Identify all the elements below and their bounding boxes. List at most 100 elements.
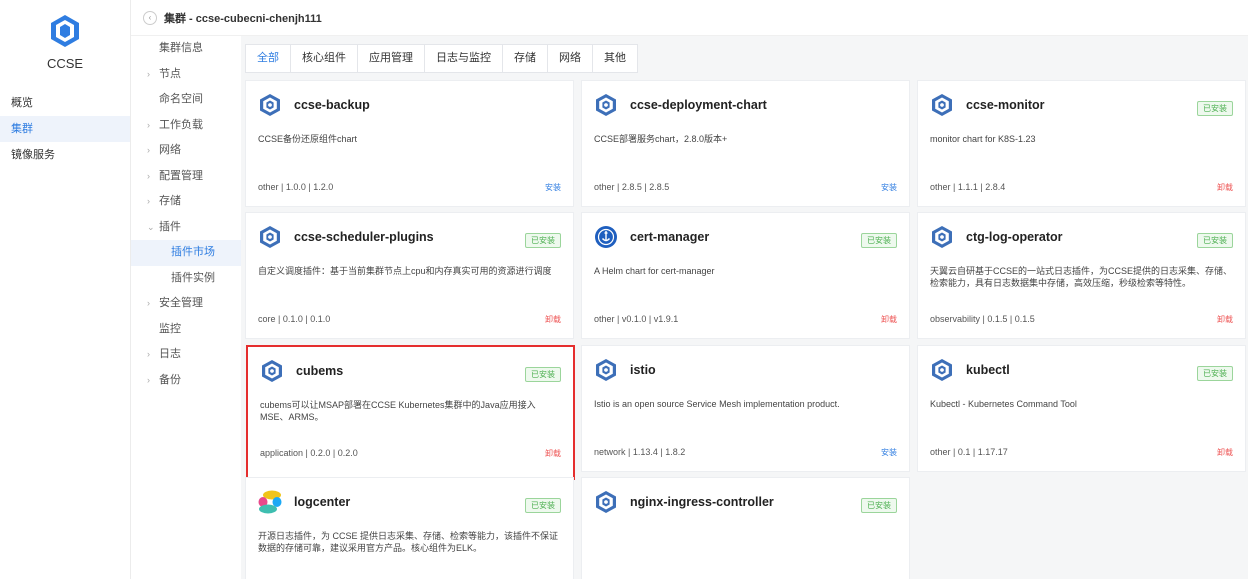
sidebar-item-label: 网络 — [159, 144, 181, 156]
uninstall-button[interactable]: 卸载 — [1217, 182, 1233, 193]
plugin-card[interactable]: kubectl 已安装 Kubectl - Kubernetes Command T… — [917, 345, 1246, 472]
installed-badge: 已安装 — [525, 233, 561, 248]
install-button[interactable]: 安装 — [881, 447, 897, 458]
chevron-right-icon: › — [147, 170, 150, 181]
plugin-card[interactable]: ccse-monitor 已安装 monitor chart for K8S-1.2… — [917, 80, 1246, 207]
helm-hexagon-icon — [594, 490, 618, 514]
nav-item-image-service[interactable]: 镜像服务 — [0, 142, 130, 168]
uninstall-button[interactable]: 卸载 — [1217, 447, 1233, 458]
sidebar-item[interactable]: › 节点 — [131, 62, 241, 88]
sidebar-item-label: 配置管理 — [159, 169, 203, 182]
chevron-right-icon: › — [147, 196, 150, 206]
sidebar-item[interactable]: 集群信息 — [131, 36, 241, 62]
plugin-description: CCSE备份还原组件chart — [258, 134, 358, 144]
chevron-right-icon: › — [147, 349, 150, 359]
sidebar-item[interactable]: › 工作负载 — [131, 113, 241, 139]
plugin-description: 开源日志插件，为 CCSE 提供日志采集、存储、检索等能力，该插件不保证数据的存… — [258, 531, 559, 553]
uninstall-button[interactable]: 卸载 — [545, 314, 561, 325]
sidebar-item[interactable]: › 备份 — [131, 368, 241, 394]
plugin-card[interactable]: cert-manager 已安装 A Helm chart for cert-man… — [581, 212, 910, 339]
plugin-card[interactable]: ccse-scheduler-plugins 已安装 自定义调度插件：基于当前集群节… — [245, 212, 574, 339]
installed-badge: 已安装 — [525, 498, 561, 513]
sidebar-item[interactable]: 插件市场 — [131, 240, 241, 266]
sidebar-item[interactable]: 插件实例 — [131, 266, 241, 292]
plugin-card-header: ccse-monitor — [930, 93, 1045, 117]
plugin-description: cubems可以让MSAP部署在CCSE Kubernetes集群中的Java应… — [260, 400, 536, 422]
plugin-meta: other | 0.1 | 1.17.17 — [930, 447, 1008, 457]
sidebar-item[interactable]: › 日志 — [131, 342, 241, 368]
sidebar-item[interactable]: › 存储 — [131, 189, 241, 215]
chevron-down-icon: ⌄ — [147, 221, 155, 232]
plugin-card[interactable]: ctg-log-operator 已安装 天翼云自研基于CCSE的一站式日志插件，为… — [917, 212, 1246, 339]
brand-name: CCSE — [46, 56, 84, 71]
plugin-name: istio — [630, 363, 656, 377]
installed-badge: 已安装 — [1197, 366, 1233, 381]
plugin-meta: other | 2.8.5 | 2.8.5 — [594, 182, 670, 192]
nav-item-cluster[interactable]: 集群 — [0, 116, 130, 142]
ccse-logo-icon — [51, 15, 79, 47]
chevron-left-icon: ‹ — [148, 13, 152, 22]
uninstall-button[interactable]: 卸载 — [1217, 314, 1233, 325]
plugin-card[interactable]: ccse-backup CCSE备份还原组件chart other | 1.0.0 … — [245, 80, 574, 207]
left-navigation: CCSE 概览 集群 镜像服务 — [0, 0, 131, 579]
installed-badge: 已安装 — [525, 367, 561, 382]
plugin-meta: application | 0.2.0 | 0.2.0 — [260, 448, 358, 458]
sidebar-item-label: 集群信息 — [159, 42, 203, 54]
chevron-right-icon: › — [147, 298, 150, 308]
tab[interactable]: 全部 — [246, 45, 291, 72]
tab[interactable]: 日志与监控 — [425, 45, 503, 72]
sidebar-item[interactable]: › 配置管理 — [131, 164, 241, 190]
sidebar-item-label: 备份 — [159, 373, 181, 386]
nav-item-overview[interactable]: 概览 — [0, 90, 130, 116]
plugin-card[interactable]: istio Istio is an open source Service Mes… — [581, 345, 910, 472]
plugin-name: ccse-backup — [294, 98, 370, 112]
helm-hexagon-icon — [930, 225, 954, 249]
plugin-card[interactable]: nginx-ingress-controller 已安装 — [581, 477, 910, 579]
chevron-right-icon: › — [147, 68, 150, 79]
plugin-name: cert-manager — [630, 230, 710, 244]
sidebar-item[interactable]: 命名空间 — [131, 87, 241, 113]
sidebar-item-label: 插件实例 — [171, 271, 215, 284]
plugin-meta: other | v0.1.0 | v1.9.1 — [594, 314, 679, 324]
helm-hexagon-icon — [258, 225, 282, 249]
plugin-card-header: cert-manager — [594, 225, 709, 249]
chevron-right-icon: › — [147, 119, 150, 130]
sidebar-item[interactable]: › 网络 — [131, 138, 241, 164]
install-button[interactable]: 安装 — [881, 182, 897, 193]
plugin-name: ctg-log-operator — [966, 230, 1063, 244]
tab[interactable]: 应用管理 — [358, 45, 425, 72]
sidebar-item[interactable]: ⌄ 插件 — [131, 215, 241, 241]
sidebar-item[interactable]: 监控 — [131, 317, 241, 343]
tab[interactable]: 其他 — [593, 45, 637, 72]
plugin-meta: other | 1.1.1 | 2.8.4 — [930, 182, 1006, 192]
plugin-name: kubectl — [966, 363, 1010, 377]
back-button[interactable]: ‹ — [143, 10, 157, 25]
plugin-card-header: cubems — [260, 359, 343, 383]
plugin-description: A Helm chart for cert-manager — [594, 266, 715, 276]
plugin-card-header: ccse-scheduler-plugins — [258, 225, 434, 249]
cert-manager-icon — [594, 225, 618, 249]
plugin-meta: core | 0.1.0 | 0.1.0 — [258, 314, 331, 324]
page-title: 集群 - ccse-cubecni-chenjh111 — [164, 12, 322, 25]
sidebar-item-label: 插件市场 — [171, 246, 215, 258]
helm-hexagon-icon — [930, 358, 954, 382]
plugin-name: logcenter — [294, 495, 351, 509]
plugin-card[interactable]: cubems 已安装 cubems可以让MSAP部署在CCSE Kubernetes… — [246, 345, 575, 480]
tab[interactable]: 网络 — [548, 45, 593, 72]
chevron-right-icon: › — [147, 145, 150, 155]
uninstall-button[interactable]: 卸载 — [881, 314, 897, 325]
plugin-card[interactable]: ccse-deployment-chart CCSE部署服务chart，2.8.0… — [581, 80, 910, 207]
tab[interactable]: 存储 — [503, 45, 548, 72]
sidebar-item[interactable]: › 安全管理 — [131, 291, 241, 317]
brand: CCSE — [0, 0, 130, 90]
tab[interactable]: 核心组件 — [291, 45, 358, 72]
helm-hexagon-icon — [258, 93, 282, 117]
install-button[interactable]: 安装 — [545, 182, 561, 193]
plugin-name: nginx-ingress-controller — [630, 495, 774, 509]
plugin-description: Kubectl - Kubernetes Command Tool — [930, 399, 1077, 409]
plugin-card[interactable]: logcenter 已安装开源日志插件，为 CCSE 提供日志采集、存储、检索等能… — [245, 477, 574, 579]
plugin-description: 天翼云自研基于CCSE的一站式日志插件，为CCSE提供的日志采集、存储、检索能力… — [930, 266, 1233, 288]
uninstall-button[interactable]: 卸载 — [545, 448, 561, 459]
plugin-card-header: istio — [594, 358, 656, 382]
installed-badge: 已安装 — [861, 233, 897, 248]
